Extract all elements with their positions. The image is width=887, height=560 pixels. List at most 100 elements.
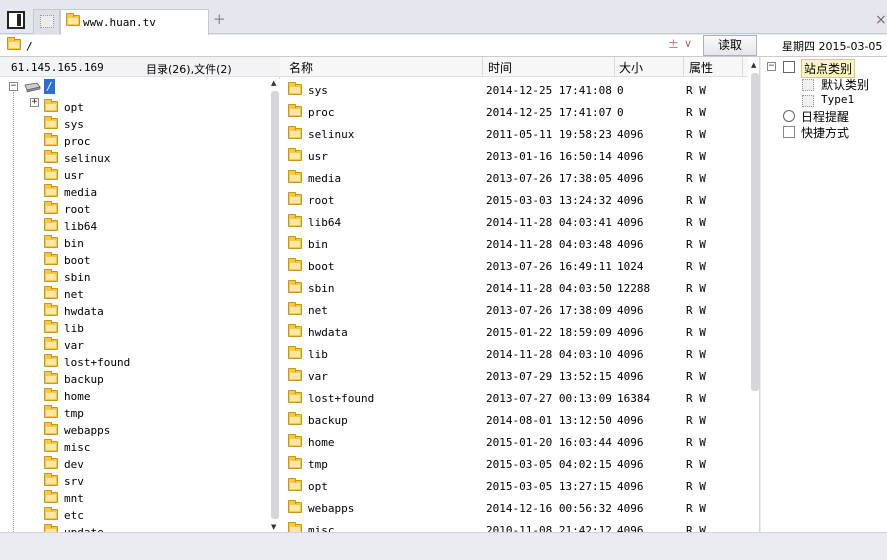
file-row[interactable]: selinux 2011-05-11 19:58:23 4096 R W xyxy=(280,123,746,145)
tree-item-label: etc xyxy=(64,509,84,522)
file-list-pane: 名称 时间 大小 属性 sys 2014-12-25 17:41:08 0 R Wpr… xyxy=(280,57,760,532)
file-row[interactable]: opt 2015-03-05 13:27:15 4096 R W xyxy=(280,475,746,497)
file-row[interactable]: sbin 2014-11-28 04:03:50 12288 R W xyxy=(280,277,746,299)
file-time: 2014-12-25 17:41:08 xyxy=(486,84,612,97)
column-attr[interactable]: 属性 xyxy=(689,59,713,76)
tree-item-label: mnt xyxy=(64,492,84,505)
tab-bar: www.huan.tv + × xyxy=(0,0,887,35)
folder-icon xyxy=(288,280,302,293)
file-row[interactable]: webapps 2014-12-16 00:56:32 4096 R W xyxy=(280,497,746,519)
folder-icon xyxy=(288,522,302,532)
directory-summary: 目录(26),文件(2) xyxy=(146,63,232,76)
file-row[interactable]: bin 2014-11-28 04:03:48 4096 R W xyxy=(280,233,746,255)
tree-item-label: backup xyxy=(64,373,104,386)
column-divider[interactable] xyxy=(683,57,684,77)
path-input[interactable] xyxy=(26,38,666,54)
folder-icon xyxy=(288,192,302,205)
file-row[interactable]: proc 2014-12-25 17:41:07 0 R W xyxy=(280,101,746,123)
file-row[interactable]: backup 2014-08-01 13:12:50 4096 R W xyxy=(280,409,746,431)
file-row[interactable]: root 2015-03-03 13:24:32 4096 R W xyxy=(280,189,746,211)
file-row[interactable]: home 2015-01-20 16:03:44 4096 R W xyxy=(280,431,746,453)
scroll-down-icon[interactable]: ▼ xyxy=(271,523,276,531)
schedule-node[interactable]: 日程提醒 xyxy=(801,108,849,125)
file-size: 4096 xyxy=(617,458,644,471)
chevron-down-icon[interactable]: ∨ xyxy=(684,37,692,50)
file-row[interactable]: lost+found 2013-07-27 00:13:09 16384 R W xyxy=(280,387,746,409)
folder-icon xyxy=(44,473,58,486)
file-row[interactable]: var 2013-07-29 13:52:15 4096 R W xyxy=(280,365,746,387)
file-attr: R W xyxy=(686,524,706,532)
folder-icon xyxy=(288,478,302,491)
file-row[interactable]: tmp 2015-03-05 04:02:15 4096 R W xyxy=(280,453,746,475)
new-tab-button[interactable]: + xyxy=(213,12,226,27)
panel-toggle-button[interactable] xyxy=(7,11,25,29)
file-time: 2013-01-16 16:50:14 xyxy=(486,150,612,163)
file-attr: R W xyxy=(686,150,706,163)
file-attr: R W xyxy=(686,414,706,427)
file-row[interactable]: boot 2013-07-26 16:49:11 1024 R W xyxy=(280,255,746,277)
file-attr: R W xyxy=(686,436,706,449)
folder-icon xyxy=(44,320,58,333)
file-row[interactable]: lib64 2014-11-28 04:03:41 4096 R W xyxy=(280,211,746,233)
tree-item-label: webapps xyxy=(64,424,111,437)
close-icon[interactable]: × xyxy=(875,13,887,27)
folder-icon xyxy=(44,133,58,146)
folder-icon xyxy=(288,82,302,95)
tab-blank[interactable] xyxy=(33,9,60,34)
read-button[interactable]: 读取 xyxy=(703,35,757,56)
column-divider[interactable] xyxy=(614,57,615,77)
column-time[interactable]: 时间 xyxy=(488,59,512,76)
file-row[interactable]: sys 2014-12-25 17:41:08 0 R W xyxy=(280,79,746,101)
tree-item-label: usr xyxy=(64,169,84,182)
type1-node[interactable]: Type1 xyxy=(821,93,854,106)
file-name: lost+found xyxy=(308,392,375,405)
file-list-scrollbar[interactable]: ▲ xyxy=(748,57,759,532)
folder-icon xyxy=(288,170,302,183)
file-size: 12288 xyxy=(617,282,651,295)
file-time: 2013-07-26 17:38:05 xyxy=(486,172,612,185)
tree-scrollbar[interactable]: ▲ ▼ xyxy=(270,79,280,532)
folder-icon xyxy=(44,303,58,316)
default-category-node[interactable]: 默认类别 xyxy=(821,76,869,93)
file-attr: R W xyxy=(686,480,706,493)
file-time: 2014-11-28 04:03:10 xyxy=(486,348,612,361)
file-row[interactable]: media 2013-07-26 17:38:05 4096 R W xyxy=(280,167,746,189)
file-size: 0 xyxy=(617,106,624,119)
folder-icon xyxy=(288,412,302,425)
column-divider[interactable] xyxy=(742,57,743,77)
file-time: 2013-07-26 17:38:09 xyxy=(486,304,612,317)
folder-icon xyxy=(288,324,302,337)
file-row[interactable]: net 2013-07-26 17:38:09 4096 R W xyxy=(280,299,746,321)
file-time: 2015-03-05 13:27:15 xyxy=(486,480,612,493)
file-time: 2014-11-28 04:03:41 xyxy=(486,216,612,229)
file-size: 4096 xyxy=(617,216,644,229)
folder-icon xyxy=(44,507,58,520)
shortcuts-node[interactable]: 快捷方式 xyxy=(801,124,849,141)
scrollbar-thumb[interactable] xyxy=(751,73,759,391)
tab-site[interactable]: www.huan.tv xyxy=(60,9,209,35)
scrollbar-thumb[interactable] xyxy=(271,91,279,519)
file-row[interactable]: lib 2014-11-28 04:03:10 4096 R W xyxy=(280,343,746,365)
file-time: 2015-03-03 13:24:32 xyxy=(486,194,612,207)
file-row[interactable]: hwdata 2015-01-22 18:59:09 4096 R W xyxy=(280,321,746,343)
column-name[interactable]: 名称 xyxy=(289,59,313,76)
column-divider[interactable] xyxy=(482,57,483,77)
collapse-site-category-icon[interactable]: − xyxy=(767,62,776,71)
file-attr: R W xyxy=(686,84,706,97)
folder-icon xyxy=(44,456,58,469)
file-name: root xyxy=(308,194,335,207)
tree-item-label: selinux xyxy=(64,152,111,165)
scroll-up-icon[interactable]: ▲ xyxy=(271,79,276,87)
file-row[interactable]: usr 2013-01-16 16:50:14 4096 R W xyxy=(280,145,746,167)
column-size[interactable]: 大小 xyxy=(619,59,643,76)
file-row[interactable]: misc 2010-11-08 21:42:12 4096 R W xyxy=(280,519,746,532)
bookmark-icon[interactable]: ± xyxy=(668,37,679,52)
scroll-up-icon[interactable]: ▲ xyxy=(751,61,756,69)
file-time: 2013-07-29 13:52:15 xyxy=(486,370,612,383)
folder-icon xyxy=(66,13,80,26)
file-name: hwdata xyxy=(308,326,348,339)
folder-icon xyxy=(288,236,302,249)
folder-icon xyxy=(44,167,58,180)
file-name: opt xyxy=(308,480,328,493)
tree-header: 61.145.165.169 目录(26),文件(2) xyxy=(0,57,280,77)
